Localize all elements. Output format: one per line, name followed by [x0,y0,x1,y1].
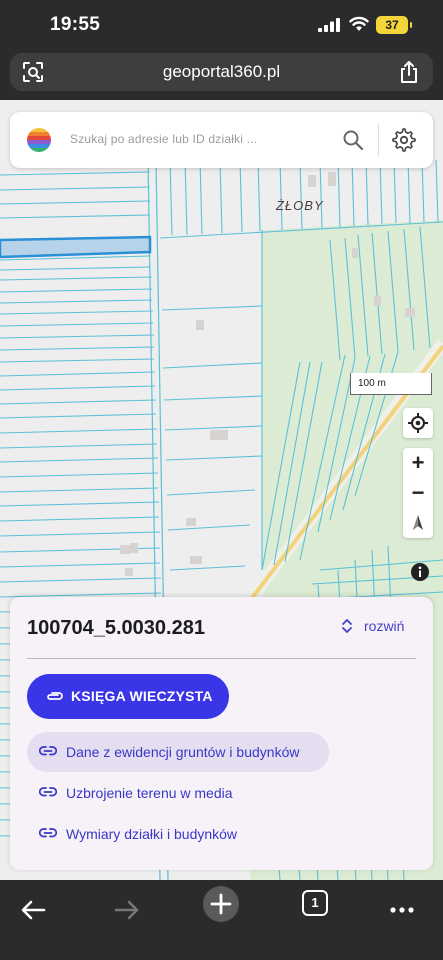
link-wymiary[interactable]: Wymiary działki i budynków [27,814,287,854]
scale-bar: 100 m [350,373,432,395]
screen: 19:55 37 geoportal360.pl ŻŁOBY Szukaj po… [0,0,443,960]
link-icon [39,787,57,797]
search-icon[interactable] [342,129,364,151]
status-bar: 19:55 37 [0,0,443,52]
more-icon[interactable] [382,890,422,930]
search-bar[interactable]: Szukaj po adresie lub ID działki ... [10,112,433,168]
compass-icon [413,515,423,530]
signal-icon [318,18,340,32]
link-label: Wymiary działki i budynków [66,826,238,842]
compass-button[interactable] [403,508,433,538]
locate-button[interactable] [403,408,433,438]
back-icon[interactable] [14,890,54,930]
locate-icon [408,413,428,433]
expand-label: rozwiń [364,618,405,634]
zoom-out-button[interactable]: − [403,478,433,508]
address-bar[interactable]: geoportal360.pl [10,53,433,91]
link-icon [39,746,57,756]
link-dane-ewidencji[interactable]: Dane z ewidencji gruntów i budynków [27,732,329,772]
tabs-icon[interactable]: 1 [302,890,328,916]
clock: 19:55 [50,14,101,35]
panel-divider [27,658,416,659]
search-divider [378,124,379,156]
battery-icon: 37 [376,16,412,34]
link-label: Dane z ewidencji gruntów i budynków [66,744,300,760]
browser-toolbar: 1 [0,880,443,960]
share-icon[interactable] [399,60,419,84]
url-text[interactable]: geoportal360.pl [10,62,433,82]
zoom-in-button[interactable]: + [403,448,433,478]
gear-icon[interactable] [392,128,416,152]
parcel-panel: 100704_5.0030.281 rozwiń KSIĘGA WIECZYST… [10,597,433,870]
link-uzbrojenie[interactable]: Uzbrojenie terenu w media [27,773,287,813]
info-icon[interactable] [410,562,430,582]
new-tab-icon[interactable] [201,884,241,924]
parcel-id: 100704_5.0030.281 [27,617,205,639]
link-label: Uzbrojenie terenu w media [66,785,233,801]
search-input[interactable]: Szukaj po adresie lub ID działki ... [70,132,257,146]
paperclip-icon [47,692,63,700]
wifi-icon [349,16,369,31]
place-label: ŻŁOBY [276,198,324,213]
geoportal-logo-icon [27,128,51,152]
forward-icon[interactable] [106,890,146,930]
ksiega-wieczysta-label: KSIĘGA WIECZYSTA [71,688,213,704]
ksiega-wieczysta-button[interactable]: KSIĘGA WIECZYSTA [27,674,229,719]
link-icon [39,828,57,838]
zoom-controls: + − [403,448,433,538]
expand-icon [342,619,352,633]
